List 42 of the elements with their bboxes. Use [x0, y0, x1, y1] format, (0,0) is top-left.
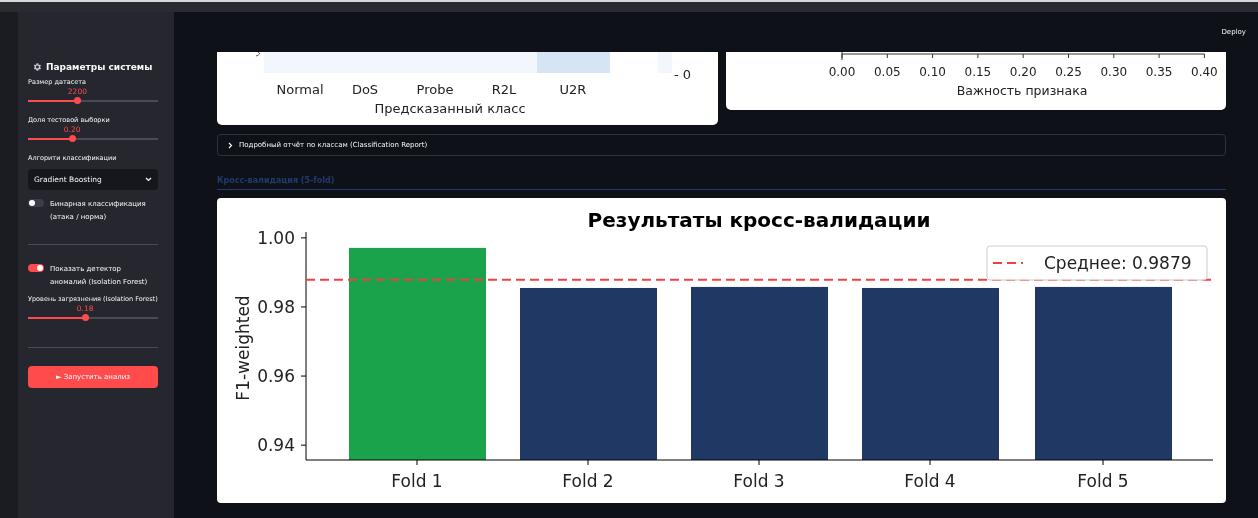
- x-axis-label: Предсказанный класс: [374, 101, 526, 116]
- slider-thumb[interactable]: [74, 97, 82, 104]
- x-tick-label: 0.40: [1191, 65, 1218, 79]
- x-tick-label: Normal: [276, 82, 324, 97]
- x-tick-label: Probe: [416, 82, 454, 97]
- toggle-switch[interactable]: [28, 199, 44, 207]
- x-tick-label: R2L: [491, 82, 517, 97]
- colorbar-tick-label: - 0: [674, 67, 692, 82]
- x-tick-label: 0.25: [1055, 65, 1082, 79]
- y-tick-label: 1.00: [257, 227, 295, 248]
- x-axis-label: Важность признака: [956, 83, 1088, 98]
- x-tick-label: Fold 5: [1077, 471, 1129, 491]
- colorbar: [658, 52, 672, 73]
- legend-label: Среднее: 0.9879: [1044, 253, 1192, 273]
- chart-title: Результаты кросс-валидации: [587, 208, 931, 232]
- x-tick-label: Fold 4: [904, 471, 956, 491]
- chevron-right-icon: [228, 141, 233, 149]
- x-tick-label: 0.20: [1009, 65, 1037, 79]
- y-tick-label: 0.98: [257, 296, 295, 317]
- axis-mark: [255, 52, 261, 57]
- toggle-switch[interactable]: [28, 264, 44, 272]
- x-tick-label: DoS: [351, 82, 379, 97]
- section-heading: Кросс-валидация (5-fold): [217, 176, 1226, 190]
- x-tick-label: 0.10: [919, 65, 946, 79]
- x-tick-label: Fold 1: [391, 471, 443, 491]
- chevron-down-icon: [145, 177, 152, 182]
- x-tick-label: 0.15: [964, 65, 992, 79]
- legend: Среднее: 0.9879: [986, 245, 1208, 281]
- x-tick-label: 0.05: [873, 65, 901, 79]
- slider-thumb[interactable]: [69, 135, 77, 142]
- x-tick-label: 0.35: [1145, 65, 1173, 79]
- y-tick-label: 0.94: [257, 435, 295, 456]
- x-tick-label: 0.00: [828, 65, 856, 79]
- y-tick-label: 0.96: [257, 366, 295, 387]
- x-tick-label: Fold 2: [562, 471, 614, 491]
- x-tick-label: 0.30: [1100, 65, 1128, 79]
- x-tick-label: Fold 3: [733, 471, 785, 491]
- x-tick-label: U2R: [559, 82, 587, 97]
- gear-icon: [32, 62, 42, 72]
- sidebar-title: Параметры системы: [46, 62, 153, 72]
- y-axis-label: F1-weighted: [233, 295, 253, 401]
- slider-thumb[interactable]: [82, 314, 90, 321]
